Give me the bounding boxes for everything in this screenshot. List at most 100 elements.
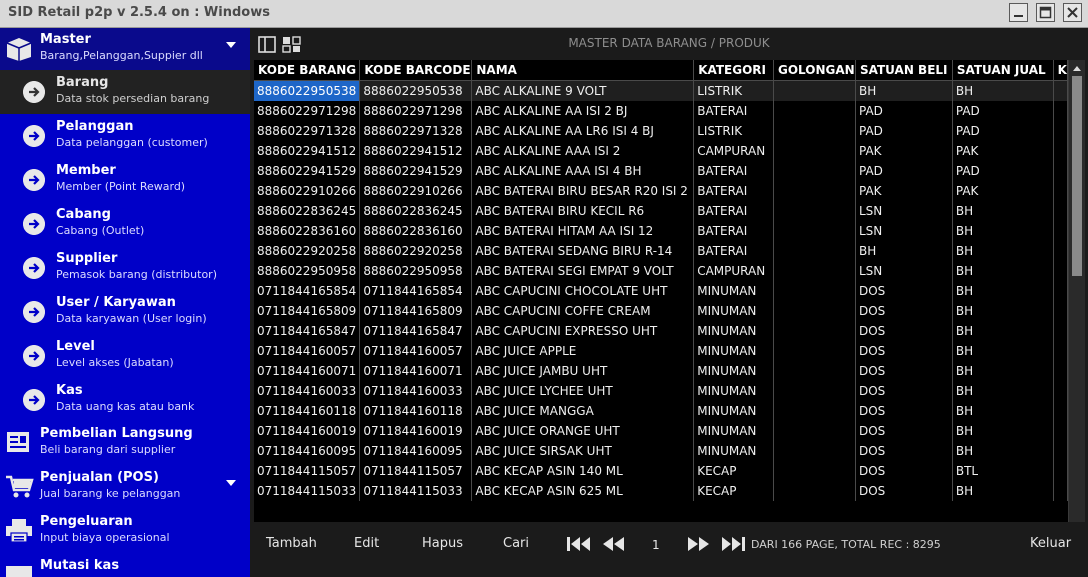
- table-cell[interactable]: 8886022836245: [254, 201, 361, 221]
- table-cell[interactable]: [1053, 181, 1068, 201]
- table-cell[interactable]: [773, 181, 856, 201]
- table-cell[interactable]: ABC CAPUCINI COFFE CREAM: [471, 301, 695, 321]
- table-cell[interactable]: BATERAI: [693, 241, 774, 261]
- table-cell[interactable]: BH: [952, 381, 1054, 401]
- table-cell[interactable]: 8886022941512: [254, 141, 361, 161]
- table-row[interactable]: 8886022836160 8886022836160 ABC BATERAI HI…: [254, 221, 1068, 241]
- table-cell[interactable]: 0711844160118: [254, 401, 361, 421]
- table-cell[interactable]: 0711844165809: [359, 301, 473, 321]
- table-cell[interactable]: MINUMAN: [693, 421, 774, 441]
- table-cell[interactable]: 8886022836160: [254, 221, 361, 241]
- table-cell[interactable]: BH: [952, 441, 1054, 461]
- table-row[interactable]: 0711844160019 0711844160019 ABC JUICE ORAN…: [254, 421, 1068, 441]
- table-row[interactable]: 0711844115033 0711844115033 ABC KECAP ASIN…: [254, 481, 1068, 501]
- table-cell[interactable]: DOS: [855, 481, 953, 501]
- table-cell[interactable]: 0711844160095: [359, 441, 473, 461]
- table-cell[interactable]: [1053, 241, 1068, 261]
- table-cell[interactable]: LISTRIK: [693, 80, 774, 101]
- table-cell[interactable]: [773, 461, 856, 481]
- table-cell[interactable]: 8886022941529: [254, 161, 361, 181]
- table-cell[interactable]: [1053, 301, 1068, 321]
- table-cell[interactable]: 0711844165854: [359, 281, 473, 301]
- edit-button[interactable]: Edit: [354, 536, 379, 551]
- table-row[interactable]: 8886022971328 8886022971328 ABC ALKALINE A…: [254, 121, 1068, 141]
- table-cell[interactable]: [1053, 101, 1068, 121]
- table-cell[interactable]: [1053, 381, 1068, 401]
- table-row[interactable]: 0711844160118 0711844160118 ABC JUICE MANG…: [254, 401, 1068, 421]
- table-cell[interactable]: [1053, 141, 1068, 161]
- table-cell[interactable]: ABC BATERAI BIRU KECIL R6: [471, 201, 695, 221]
- table-cell[interactable]: BH: [952, 261, 1054, 281]
- cari-button[interactable]: Cari: [503, 536, 529, 551]
- table-cell[interactable]: ABC CAPUCINI CHOCOLATE UHT: [471, 281, 695, 301]
- table-cell[interactable]: 8886022950538: [359, 80, 473, 101]
- table-cell[interactable]: [773, 301, 856, 321]
- data-grid[interactable]: KODE BARANG KODE BARCODE NAMA KATEGORI G…: [254, 60, 1068, 544]
- table-cell[interactable]: 8886022836160: [359, 221, 473, 241]
- table-row[interactable]: 0711844160057 0711844160057 ABC JUICE APPL…: [254, 341, 1068, 361]
- table-cell[interactable]: ABC BATERAI BIRU BESAR R20 ISI 2: [471, 181, 695, 201]
- column-header-golongan[interactable]: GOLONGAN: [773, 60, 856, 81]
- table-cell[interactable]: LSN: [855, 201, 953, 221]
- table-cell[interactable]: [773, 261, 856, 281]
- table-cell[interactable]: 0711844115033: [359, 481, 473, 501]
- table-row[interactable]: 8886022950958 8886022950958 ABC BATERAI SE…: [254, 261, 1068, 281]
- table-cell[interactable]: BH: [952, 361, 1054, 381]
- table-cell[interactable]: DOS: [855, 321, 953, 341]
- table-cell[interactable]: BATERAI: [693, 161, 774, 181]
- table-cell[interactable]: BH: [855, 80, 953, 101]
- close-button[interactable]: [1063, 3, 1082, 22]
- table-cell[interactable]: MINUMAN: [693, 321, 774, 341]
- table-cell[interactable]: ABC ALKALINE AAA ISI 4 BH: [471, 161, 695, 181]
- column-header-nama[interactable]: NAMA: [471, 60, 695, 81]
- table-cell[interactable]: BATERAI: [693, 201, 774, 221]
- table-cell[interactable]: [773, 101, 856, 121]
- table-row[interactable]: 8886022920258 8886022920258 ABC BATERAI SE…: [254, 241, 1068, 261]
- keluar-button[interactable]: Keluar: [1030, 536, 1071, 551]
- table-row[interactable]: 8886022836245 8886022836245 ABC BATERAI BI…: [254, 201, 1068, 221]
- table-cell[interactable]: 8886022920258: [254, 241, 361, 261]
- table-cell[interactable]: PAK: [952, 181, 1054, 201]
- table-cell[interactable]: KECAP: [693, 461, 774, 481]
- group-master[interactable]: Master Barang,Pelanggan,Suppier dll: [0, 28, 250, 72]
- table-cell[interactable]: MINUMAN: [693, 381, 774, 401]
- table-cell[interactable]: DOS: [855, 421, 953, 441]
- table-cell[interactable]: 0711844160019: [254, 421, 361, 441]
- table-row[interactable]: 0711844115057 0711844115057 ABC KECAP ASIN…: [254, 461, 1068, 481]
- table-cell[interactable]: MINUMAN: [693, 301, 774, 321]
- table-cell[interactable]: ABC BATERAI SEGI EMPAT 9 VOLT: [471, 261, 695, 281]
- table-cell[interactable]: DOS: [855, 461, 953, 481]
- table-cell[interactable]: MINUMAN: [693, 341, 774, 361]
- table-cell[interactable]: MINUMAN: [693, 361, 774, 381]
- table-cell[interactable]: BH: [952, 321, 1054, 341]
- table-cell[interactable]: PAK: [855, 181, 953, 201]
- table-cell[interactable]: [1053, 341, 1068, 361]
- table-cell[interactable]: [773, 281, 856, 301]
- table-cell[interactable]: [1053, 161, 1068, 181]
- table-cell[interactable]: 8886022941529: [359, 161, 473, 181]
- table-cell[interactable]: [773, 201, 856, 221]
- table-cell[interactable]: BH: [952, 341, 1054, 361]
- sidebar-item-kas[interactable]: Kas Data uang kas atau bank: [0, 378, 250, 422]
- table-cell[interactable]: [1053, 261, 1068, 281]
- first-page-icon[interactable]: [566, 534, 592, 554]
- table-cell[interactable]: ABC KECAP ASIN 625 ML: [471, 481, 695, 501]
- sidebar-item-barang[interactable]: Barang Data stok persedian barang: [0, 70, 250, 114]
- table-cell[interactable]: PAK: [855, 141, 953, 161]
- table-cell[interactable]: CAMPURAN: [693, 141, 774, 161]
- table-cell[interactable]: [773, 421, 856, 441]
- table-cell[interactable]: 8886022950538: [254, 80, 361, 101]
- sidebar-item-pelanggan[interactable]: Pelanggan Data pelanggan (customer): [0, 114, 250, 158]
- table-cell[interactable]: BH: [952, 201, 1054, 221]
- table-cell[interactable]: BH: [952, 421, 1054, 441]
- table-cell[interactable]: ABC ALKALINE AAA ISI 2: [471, 141, 695, 161]
- table-row[interactable]: 8886022910266 8886022910266 ABC BATERAI BI…: [254, 181, 1068, 201]
- vertical-scrollbar[interactable]: [1068, 60, 1085, 544]
- table-cell[interactable]: [773, 341, 856, 361]
- table-cell[interactable]: [773, 141, 856, 161]
- table-cell[interactable]: ABC JUICE JAMBU UHT: [471, 361, 695, 381]
- table-cell[interactable]: BH: [952, 401, 1054, 421]
- column-header-kode-barang[interactable]: KODE BARANG: [254, 60, 361, 81]
- table-cell[interactable]: PAD: [855, 161, 953, 181]
- table-cell[interactable]: [773, 241, 856, 261]
